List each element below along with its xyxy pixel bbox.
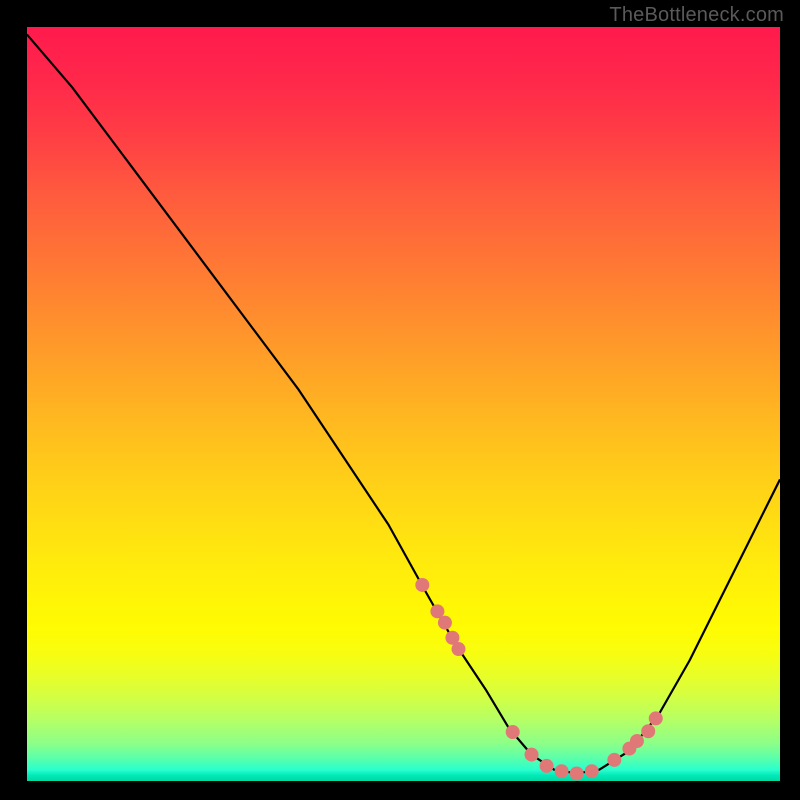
- marker-point: [438, 616, 452, 630]
- bottleneck-curve: [27, 35, 780, 774]
- marker-point: [451, 642, 465, 656]
- marker-point: [585, 764, 599, 778]
- curve-path: [27, 35, 780, 774]
- marker-point: [506, 725, 520, 739]
- chart-frame: TheBottleneck.com: [0, 0, 800, 800]
- marker-point: [525, 748, 539, 762]
- watermark-text: TheBottleneck.com: [609, 4, 784, 27]
- marker-point: [570, 766, 584, 780]
- marker-point: [630, 734, 644, 748]
- plot-svg: [27, 27, 780, 781]
- plot-area: [27, 27, 780, 781]
- scatter-markers: [415, 578, 662, 781]
- marker-point: [607, 753, 621, 767]
- marker-point: [540, 759, 554, 773]
- marker-point: [641, 724, 655, 738]
- marker-point: [555, 764, 569, 778]
- marker-point: [649, 711, 663, 725]
- marker-point: [415, 578, 429, 592]
